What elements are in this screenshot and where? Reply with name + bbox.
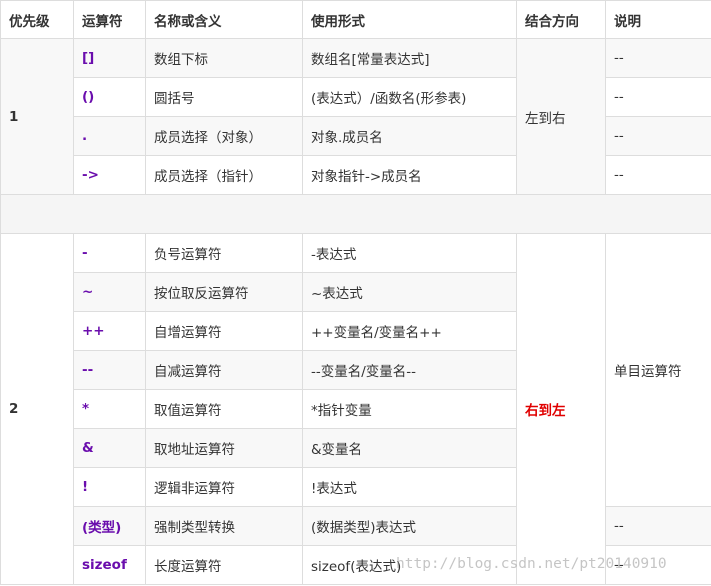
name-cell: 逻辑非运算符	[145, 467, 303, 507]
name-cell: 自增运算符	[145, 311, 303, 351]
table-row: 2 - 负号运算符 -表达式 右到左 单目运算符	[0, 233, 711, 585]
note-cell: --	[605, 506, 711, 546]
operator-cell: sizeof	[73, 545, 146, 585]
name-cell: 成员选择（对象）	[145, 116, 303, 156]
note-cell: --	[605, 116, 711, 156]
usage-cell: *指针变量	[302, 389, 517, 429]
name-cell: 负号运算符	[145, 233, 303, 273]
operator-cell: ++	[73, 311, 146, 351]
operator-cell: (类型)	[73, 506, 146, 546]
name-cell: 长度运算符	[145, 545, 303, 585]
name-cell: 按位取反运算符	[145, 272, 303, 312]
group-separator-row	[0, 194, 711, 234]
operator-cell: ~	[73, 272, 146, 312]
name-cell: 自减运算符	[145, 350, 303, 390]
associativity-cell: 左到右	[516, 38, 606, 195]
operator-cell: --	[73, 350, 146, 390]
note-cell: --	[605, 77, 711, 117]
note-cell: --	[605, 545, 711, 585]
usage-cell: (表达式）/函数名(形参表)	[302, 77, 517, 117]
header-operator: 运算符	[73, 0, 146, 39]
operator-cell: .	[73, 116, 146, 156]
usage-cell: !表达式	[302, 467, 517, 507]
operator-cell: ->	[73, 155, 146, 195]
priority-cell: 2	[0, 233, 74, 585]
header-note: 说明	[605, 0, 711, 39]
header-usage: 使用形式	[302, 0, 517, 39]
name-cell: 取地址运算符	[145, 428, 303, 468]
operator-cell: -	[73, 233, 146, 273]
name-cell: 圆括号	[145, 77, 303, 117]
table-row: 1 [] 数组下标 数组名[常量表达式] 左到右 --	[0, 38, 711, 195]
name-cell: 取值运算符	[145, 389, 303, 429]
operator-precedence-table: 优先级 运算符 名称或含义 使用形式 结合方向 说明 1 [] 数组下标 数组名…	[0, 0, 711, 585]
separator-cell	[0, 194, 711, 234]
operator-cell: []	[73, 38, 146, 78]
operator-cell: &	[73, 428, 146, 468]
name-cell: 数组下标	[145, 38, 303, 78]
operator-cell: *	[73, 389, 146, 429]
usage-cell: 对象.成员名	[302, 116, 517, 156]
name-cell: 成员选择（指针）	[145, 155, 303, 195]
note-cell: --	[605, 38, 711, 78]
priority-cell: 1	[0, 38, 74, 195]
usage-cell: ++变量名/变量名++	[302, 311, 517, 351]
associativity-cell: 右到左	[516, 233, 606, 585]
name-cell: 强制类型转换	[145, 506, 303, 546]
usage-cell: &变量名	[302, 428, 517, 468]
usage-cell: (数据类型)表达式	[302, 506, 517, 546]
operator-cell: !	[73, 467, 146, 507]
note-cell: --	[605, 155, 711, 195]
usage-cell: ~表达式	[302, 272, 517, 312]
header-row: 优先级 运算符 名称或含义 使用形式 结合方向 说明	[0, 0, 711, 39]
header-associativity: 结合方向	[516, 0, 606, 39]
operator-cell: ()	[73, 77, 146, 117]
usage-cell: -表达式	[302, 233, 517, 273]
header-priority: 优先级	[0, 0, 74, 39]
usage-cell: sizeof(表达式)	[302, 545, 517, 585]
header-name: 名称或含义	[145, 0, 303, 39]
usage-cell: 对象指针->成员名	[302, 155, 517, 195]
usage-cell: 数组名[常量表达式]	[302, 38, 517, 78]
note-cell: 单目运算符	[605, 233, 711, 507]
usage-cell: --变量名/变量名--	[302, 350, 517, 390]
